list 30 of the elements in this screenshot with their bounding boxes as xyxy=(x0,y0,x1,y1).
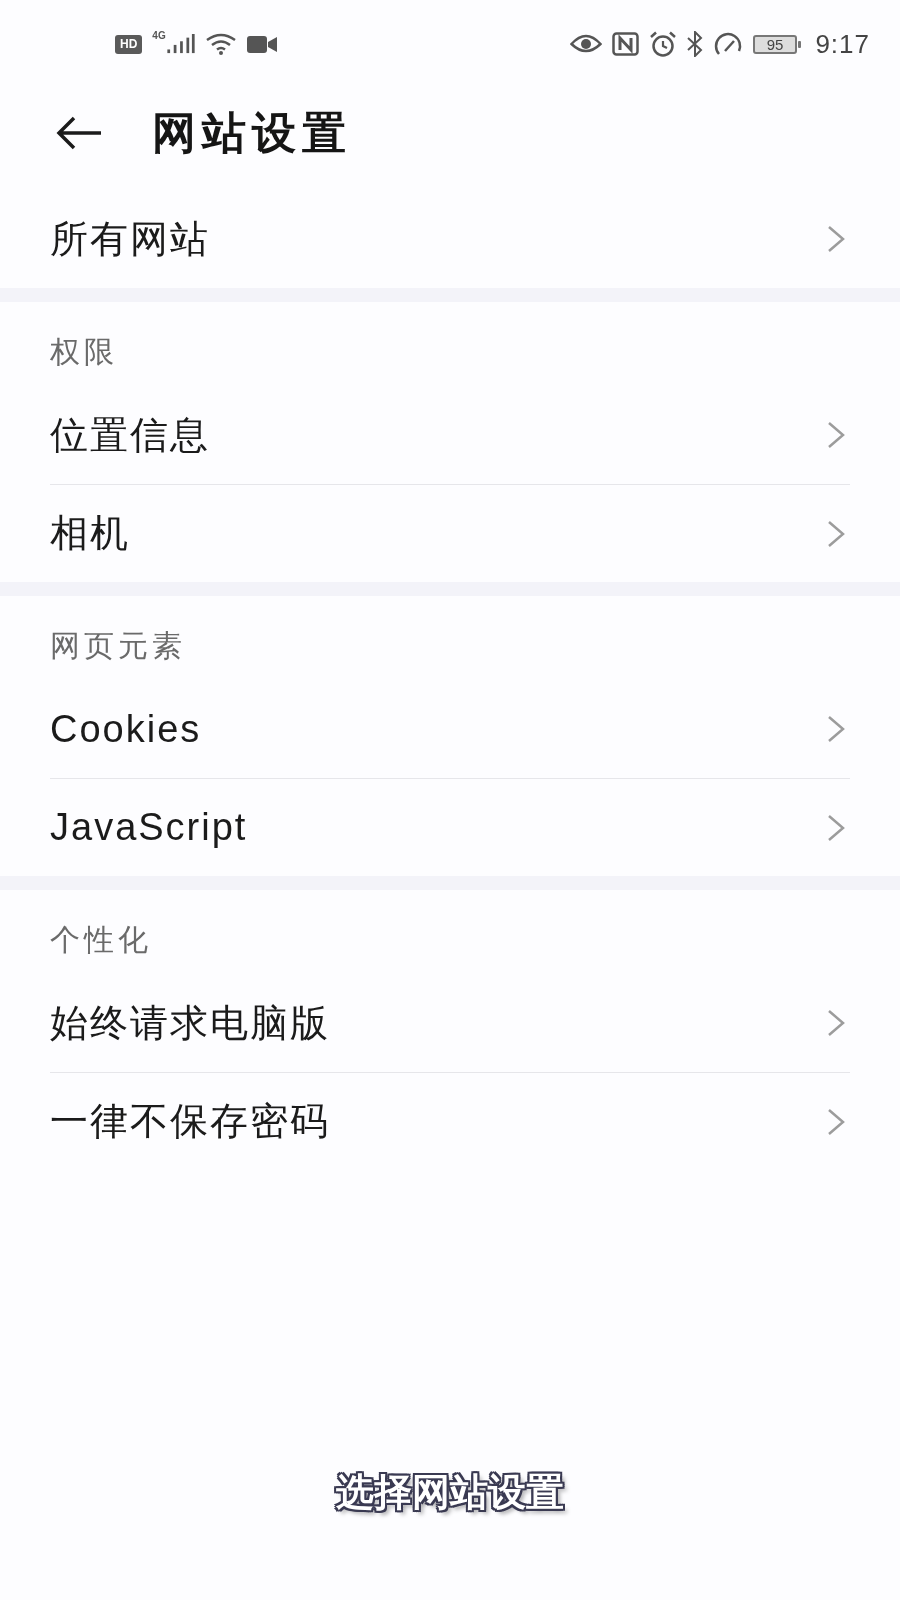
clock-time: 9:17 xyxy=(815,28,870,60)
settings-item[interactable]: Cookies xyxy=(50,680,850,778)
network-type: 4G xyxy=(152,31,166,41)
hd-badge: HD xyxy=(115,34,143,54)
settings-item[interactable]: 一律不保存密码 xyxy=(50,1072,850,1170)
chevron-right-icon xyxy=(827,813,845,842)
back-button[interactable] xyxy=(56,116,102,150)
chevron-right-icon xyxy=(827,225,845,253)
video-camera-icon xyxy=(246,35,277,53)
chevron-right-icon xyxy=(827,715,845,743)
alarm-clock-icon xyxy=(648,31,677,57)
battery-level: 95 xyxy=(752,34,798,54)
chevron-right-icon xyxy=(827,421,845,449)
section-header: 网页元素 xyxy=(50,628,186,663)
section-header: 个性化 xyxy=(50,922,152,957)
settings-item[interactable]: 所有网站 xyxy=(50,190,850,288)
chevron-right-icon xyxy=(827,519,845,548)
chevron-right-icon xyxy=(827,1009,845,1037)
eye-icon xyxy=(569,34,602,54)
settings-item[interactable]: 始终请求电脑版 xyxy=(50,974,850,1072)
chevron-right-icon xyxy=(827,1107,845,1136)
nfc-icon xyxy=(611,32,639,56)
speedometer-icon xyxy=(712,32,743,56)
settings-item[interactable]: 位置信息 xyxy=(50,386,850,484)
signal-icon xyxy=(166,34,195,54)
page-title: 网站设置 xyxy=(152,105,352,160)
section-header: 权限 xyxy=(50,334,118,369)
bluetooth-icon xyxy=(686,31,703,57)
wifi-icon xyxy=(204,33,237,55)
back-arrow-icon xyxy=(56,116,102,150)
